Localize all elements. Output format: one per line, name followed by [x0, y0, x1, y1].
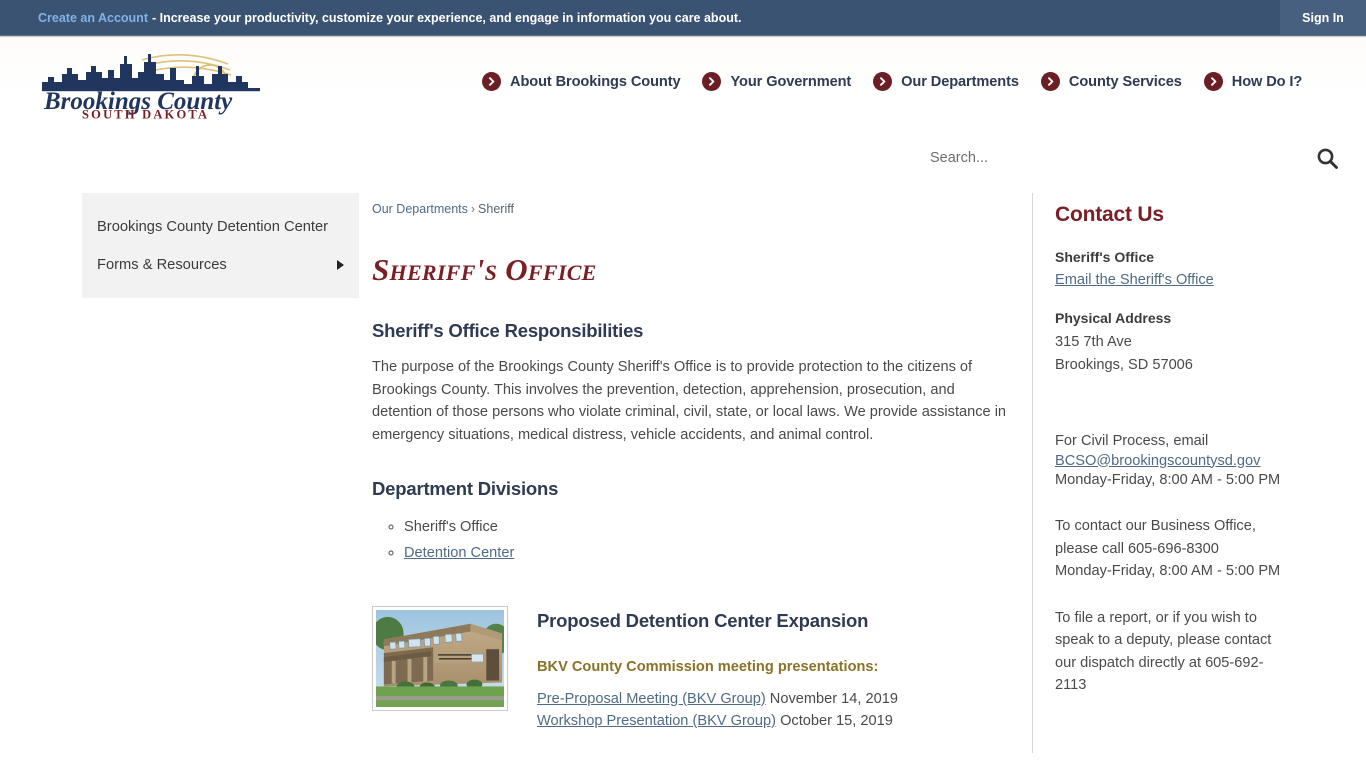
nav-label: Your Government	[730, 73, 852, 90]
chevron-right-circle-icon	[702, 72, 722, 91]
page-body: Brookings County Detention Center Forms …	[0, 185, 1366, 768]
search-button[interactable]	[1310, 141, 1344, 175]
breadcrumb-current: Sheriff	[478, 202, 514, 216]
chevron-right-circle-icon	[1040, 72, 1060, 91]
address-line-2: Brookings, SD 57006	[1055, 356, 1193, 373]
sidebar-item-brookings-county-detention-center[interactable]: Brookings County Detention Center	[82, 209, 359, 247]
presentation-date: October 15, 2019	[776, 713, 893, 729]
brookings-county-logo-icon: Brookings County SOUTH DAKOTA	[42, 54, 260, 122]
sign-in-button[interactable]: Sign In	[1280, 0, 1366, 35]
site-header: Brookings County SOUTH DAKOTA About Broo…	[0, 38, 1366, 125]
detention-center-expansion-block: Proposed Detention Center Expansion BKV …	[372, 606, 1018, 732]
account-bar: Create an Account - Increase your produc…	[0, 0, 1366, 35]
presentation-date: November 14, 2019	[765, 691, 898, 707]
breadcrumb-separator: ›	[470, 202, 476, 216]
search-input[interactable]	[930, 144, 1305, 172]
account-bar-message: Create an Account - Increase your produc…	[0, 11, 741, 25]
physical-address-label: Physical Address	[1055, 310, 1172, 326]
sidebar-item-label: Brookings County Detention Center	[97, 219, 329, 235]
responsibilities-heading: Sheriff's Office Responsibilities	[372, 320, 644, 341]
contact-us-heading: Contact Us	[1055, 203, 1164, 226]
caret-right-icon	[337, 260, 344, 271]
division-link-detention-center[interactable]: Detention Center	[404, 545, 514, 561]
search-icon	[1317, 148, 1338, 169]
nav-label: How Do I?	[1231, 73, 1303, 90]
divisions-heading: Department Divisions	[372, 478, 559, 499]
responsibilities-text: The purpose of the Brookings County Sher…	[372, 359, 1007, 443]
nav-item-county-services[interactable]: County Services	[1040, 72, 1182, 91]
division-label: Sheriff's Office	[404, 519, 498, 535]
nav-label: Our Departments	[901, 73, 1019, 90]
contact-sidebar: Contact Us Sheriff's Office Email the Sh…	[1032, 193, 1366, 753]
expansion-title: Proposed Detention Center Expansion	[537, 610, 869, 631]
email-sheriffs-office-link[interactable]: Email the Sheriff's Office	[1055, 272, 1366, 288]
list-item: Detention Center	[404, 540, 1018, 566]
presentation-link-workshop-presentation[interactable]: Workshop Presentation (BKV Group)	[537, 713, 776, 729]
sidebar-item-forms-and-resources[interactable]: Forms & Resources	[82, 247, 359, 285]
dispatch-text: To file a report, or if you wish to spea…	[1055, 609, 1272, 694]
nav-label: About Brookings County	[510, 73, 681, 90]
chevron-right-circle-icon	[873, 72, 893, 91]
breadcrumb-link-our-departments[interactable]: Our Departments	[372, 202, 468, 216]
contact-office-label: Sheriff's Office	[1055, 249, 1155, 265]
expansion-text-block: Proposed Detention Center Expansion BKV …	[537, 606, 898, 732]
business-office-hours: Monday-Friday, 8:00 AM - 5:00 PM	[1055, 563, 1281, 579]
svg-text:SOUTH DAKOTA: SOUTH DAKOTA	[82, 108, 209, 121]
divisions-list: Sheriff's Office Detention Center	[372, 514, 1018, 566]
sidebar-item-label: Forms & Resources	[97, 256, 227, 273]
nav-label: County Services	[1068, 73, 1182, 90]
civil-process-hours: Monday-Friday, 8:00 AM - 5:00 PM	[1055, 471, 1281, 488]
building-photo-image	[376, 610, 504, 707]
section-navigation: Brookings County Detention Center Forms …	[82, 193, 359, 299]
search-bar	[0, 125, 1366, 185]
chevron-right-circle-icon	[482, 72, 501, 91]
breadcrumb: Our Departments › Sheriff	[372, 185, 1018, 216]
list-item: Sheriff's Office	[404, 514, 1018, 540]
account-bar-tagline: - Increase your productivity, customize …	[151, 10, 742, 25]
address-line-1: 315 7th Ave	[1055, 334, 1132, 350]
create-account-link[interactable]: Create an Account	[38, 11, 148, 25]
presentation-row: Pre-Proposal Meeting (BKV Group) Novembe…	[537, 688, 898, 710]
nav-item-about-brookings-county[interactable]: About Brookings County	[482, 72, 681, 91]
main-content: Our Departments › Sheriff Sheriff's Office…	[372, 185, 1018, 732]
business-office-text: To contact our Business Office, please c…	[1055, 518, 1256, 557]
site-logo[interactable]: Brookings County SOUTH DAKOTA	[34, 44, 270, 122]
civil-process-email-link[interactable]: BCSO@brookingscountysd.gov	[1055, 453, 1366, 469]
nav-item-how-do-i[interactable]: How Do I?	[1203, 72, 1303, 91]
presentation-link-pre-proposal-meeting[interactable]: Pre-Proposal Meeting (BKV Group)	[537, 691, 766, 707]
page-title: Sheriff's Office	[372, 252, 597, 287]
sheriff-department-building-photo	[372, 606, 508, 711]
nav-item-your-government[interactable]: Your Government	[702, 72, 851, 91]
chevron-right-circle-icon	[1203, 72, 1223, 91]
civil-process-intro: For Civil Process, email	[1055, 433, 1209, 449]
nav-item-our-departments[interactable]: Our Departments	[873, 72, 1019, 91]
presentation-row: Workshop Presentation (BKV Group) Octobe…	[537, 710, 898, 732]
expansion-subtitle: BKV County Commission meeting presentati…	[537, 659, 879, 675]
primary-navigation: About Brookings County Your Government O…	[482, 38, 1302, 125]
